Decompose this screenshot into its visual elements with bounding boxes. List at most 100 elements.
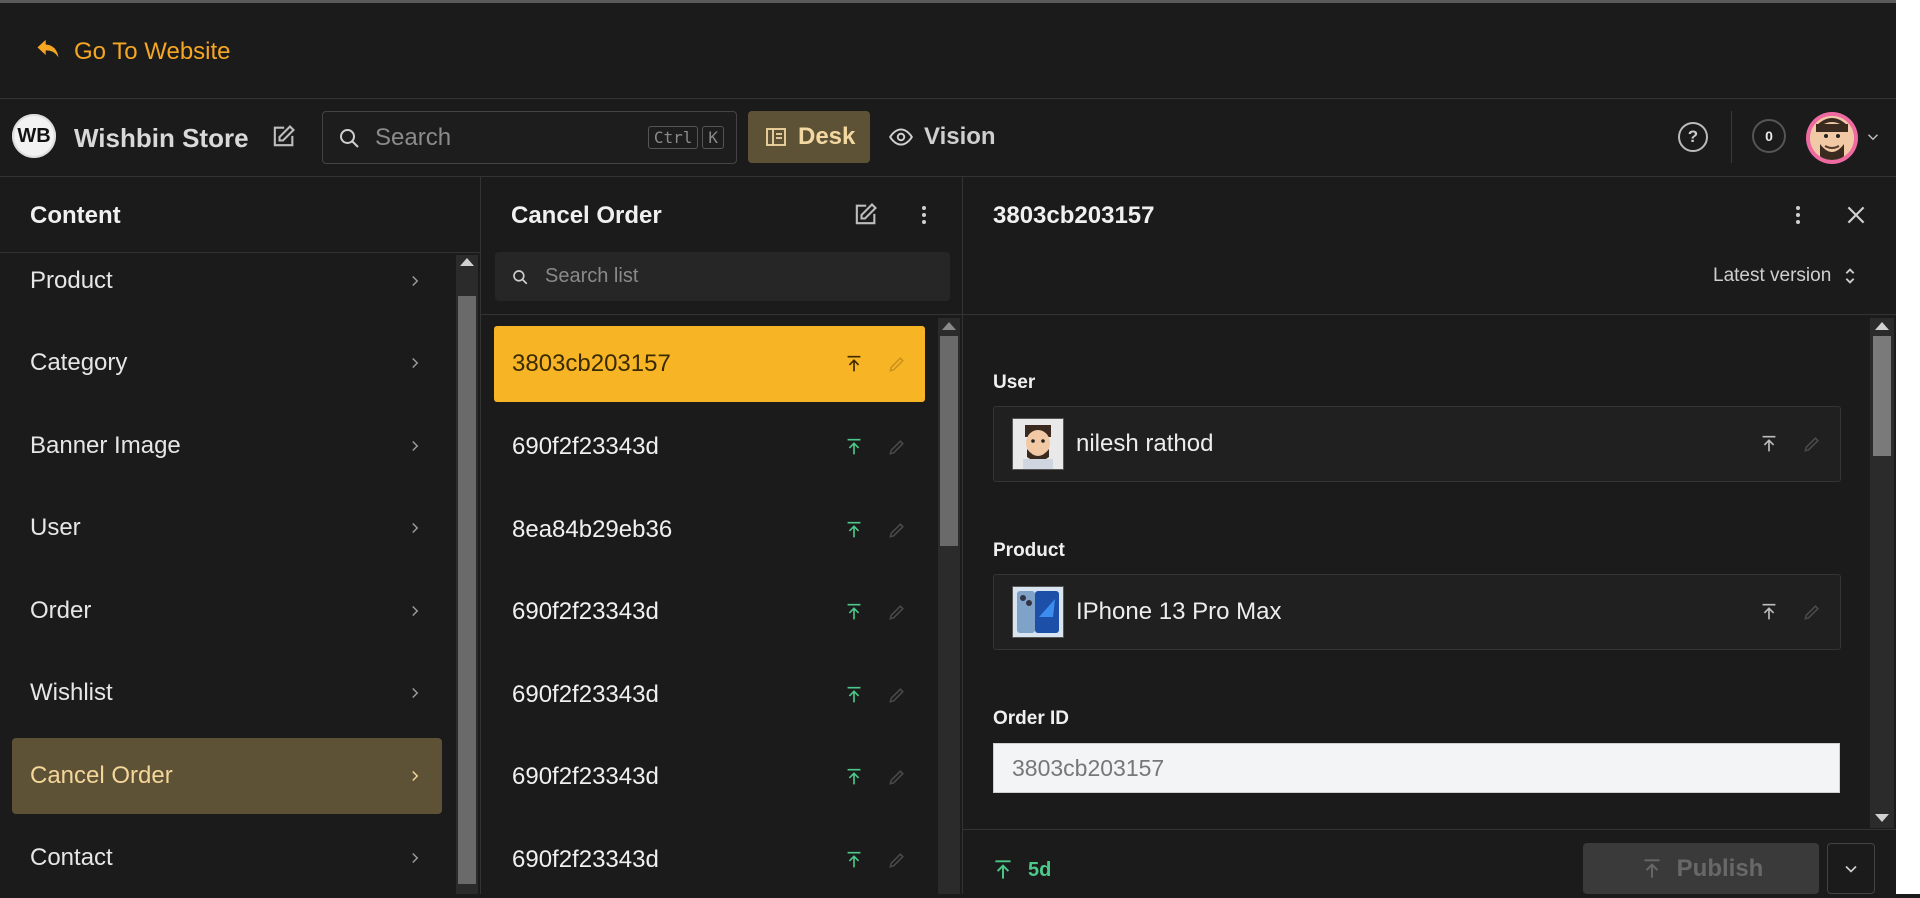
edit-document-icon[interactable]	[268, 122, 298, 152]
user-reference-field[interactable]: nilesh rathod	[993, 406, 1841, 482]
chevron-right-icon	[412, 687, 419, 699]
list-item[interactable]: 690f2f23343d	[494, 657, 925, 733]
pencil-icon	[889, 605, 904, 620]
compose-icon[interactable]	[850, 200, 880, 230]
publish-label: Publish	[1676, 854, 1764, 882]
list-search-placeholder: Search list	[545, 265, 639, 287]
tab-desk-label: Desk	[798, 123, 856, 150]
eye-icon	[889, 128, 913, 146]
search-icon	[513, 269, 528, 284]
order-id-field[interactable]: 3803cb203157	[993, 743, 1840, 793]
publish-status-icon	[847, 851, 861, 868]
list-item-id: 3803cb203157	[512, 350, 671, 377]
go-to-website-label: Go To Website	[74, 37, 231, 65]
publish-status-icon	[1762, 603, 1776, 620]
pencil-icon	[889, 523, 904, 538]
publish-status: 5d	[990, 857, 1051, 883]
store-logo[interactable]: WB	[12, 114, 56, 158]
search-icon	[340, 128, 359, 148]
document-title: 3803cb203157	[993, 202, 1155, 229]
scroll-down-arrow-icon[interactable]	[1875, 814, 1889, 822]
sidebar-item-cancel-order[interactable]: Cancel Order	[12, 738, 442, 814]
chevron-right-icon	[412, 605, 419, 617]
sidebar-item-user[interactable]: User	[12, 490, 442, 566]
publish-button[interactable]: Publish	[1583, 843, 1819, 894]
pencil-icon	[889, 770, 904, 785]
publish-status-icon	[1762, 435, 1776, 452]
version-selector[interactable]: Latest version	[1713, 265, 1861, 287]
user-name: nilesh rathod	[1076, 430, 1214, 457]
notification-count[interactable]: 0	[1752, 119, 1786, 153]
document-scrollbar-thumb[interactable]	[1873, 336, 1891, 456]
tab-desk[interactable]: Desk	[748, 111, 870, 163]
chevron-down-icon[interactable]	[1864, 128, 1882, 146]
sidebar-item-category[interactable]: Category	[12, 325, 442, 401]
product-reference-field[interactable]: IPhone 13 Pro Max	[993, 574, 1841, 650]
list-item-id: 690f2f23343d	[512, 433, 659, 460]
sidebar-item-order[interactable]: Order	[12, 573, 442, 649]
sidebar-item-contact[interactable]: Contact	[12, 820, 442, 896]
content-scrollbar-thumb[interactable]	[458, 296, 476, 884]
desk-icon	[766, 128, 786, 146]
list-item[interactable]: 8ea84b29eb36	[494, 492, 925, 568]
shortcut-ctrl: Ctrl	[647, 126, 699, 149]
pencil-icon	[889, 853, 904, 868]
list-scrollbar-thumb[interactable]	[940, 336, 958, 546]
publish-menu-button[interactable]	[1827, 843, 1875, 894]
publish-status-icon	[847, 768, 861, 785]
sidebar-item-label: Wishlist	[30, 679, 113, 706]
list-item[interactable]: 690f2f23343d	[494, 409, 925, 485]
list-item-id: 690f2f23343d	[512, 681, 659, 708]
close-icon[interactable]	[1842, 201, 1870, 229]
go-to-website-link[interactable]: Go To Website	[34, 34, 231, 69]
help-icon[interactable]: ?	[1678, 122, 1708, 152]
content-title: Content	[30, 202, 121, 229]
version-label: Latest version	[1713, 265, 1832, 286]
list-item-id: 690f2f23343d	[512, 846, 659, 873]
scroll-up-arrow-icon[interactable]	[942, 322, 956, 330]
chevron-right-icon	[412, 357, 419, 369]
sidebar-item-label: User	[30, 514, 81, 541]
tab-vision-label: Vision	[924, 123, 996, 150]
sidebar-item-label: Banner Image	[30, 432, 181, 459]
sidebar-item-product[interactable]: Product	[12, 243, 442, 319]
scroll-up-arrow-icon[interactable]	[1875, 322, 1889, 330]
pencil-icon	[889, 440, 904, 455]
sidebar-item-label: Category	[30, 349, 128, 376]
tab-vision[interactable]: Vision	[888, 111, 996, 163]
top-bar	[0, 3, 1896, 99]
scroll-up-arrow-icon[interactable]	[460, 258, 474, 266]
chevron-right-icon	[412, 852, 419, 864]
list-search-input[interactable]: Search list	[495, 252, 950, 301]
more-vertical-icon[interactable]	[912, 200, 936, 230]
sidebar-item-wishlist[interactable]: Wishlist	[12, 655, 442, 731]
more-vertical-icon[interactable]	[1786, 200, 1810, 230]
pencil-icon	[889, 688, 904, 703]
document-header-divider	[963, 314, 1896, 315]
chevron-down-icon	[1845, 865, 1857, 873]
global-search[interactable]: Search Ctrl K	[322, 111, 737, 164]
list-title: Cancel Order	[511, 202, 662, 229]
sidebar-item-label: Product	[30, 267, 113, 294]
list-item[interactable]: 690f2f23343d	[494, 822, 925, 898]
header-divider	[1731, 111, 1732, 163]
field-label-user: User	[993, 372, 1036, 393]
search-placeholder: Search	[375, 123, 452, 151]
list-item[interactable]: 690f2f23343d	[494, 574, 925, 650]
published-icon	[995, 860, 1011, 879]
user-thumbnail	[1012, 418, 1064, 470]
sidebar-item-banner-image[interactable]: Banner Image	[12, 408, 442, 484]
publish-status-icon	[847, 521, 861, 538]
publish-status-icon	[847, 355, 861, 372]
status-time: 5d	[1028, 858, 1052, 881]
list-item[interactable]: 690f2f23343d	[494, 739, 925, 815]
sidebar-item-label: Order	[30, 597, 92, 624]
sidebar-item-label: Contact	[30, 844, 113, 871]
user-avatar[interactable]	[1806, 112, 1858, 164]
store-name: Wishbin Store	[74, 123, 249, 153]
pencil-icon	[1804, 605, 1819, 620]
product-thumbnail	[1012, 586, 1064, 638]
list-item[interactable]: 3803cb203157	[494, 326, 925, 402]
field-label-order-id: Order ID	[993, 708, 1070, 729]
chevron-right-icon	[412, 440, 419, 452]
